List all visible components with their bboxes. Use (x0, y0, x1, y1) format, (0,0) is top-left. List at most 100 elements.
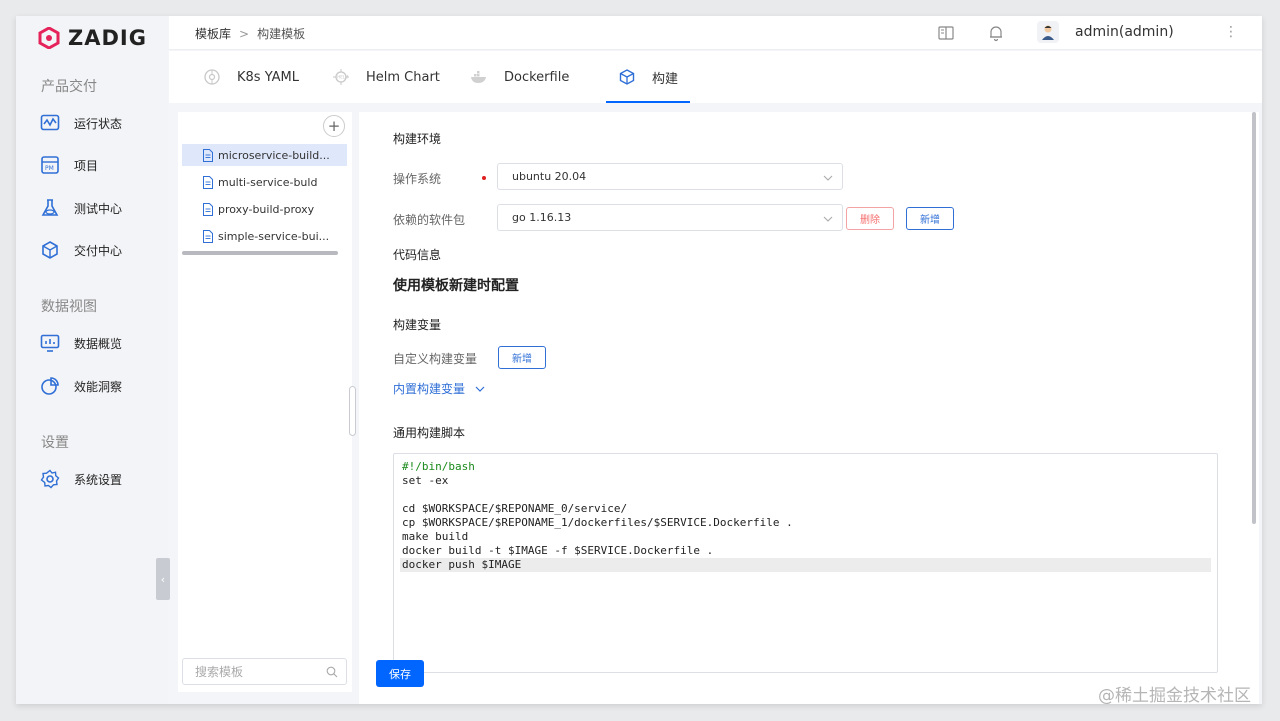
code-line-active: docker push $IMAGE (400, 558, 1211, 572)
add-custom-var-button[interactable]: 新增 (498, 346, 546, 369)
search-placeholder: 搜索模板 (195, 665, 244, 679)
chevron-down-icon (823, 175, 833, 181)
code-line: set -ex (402, 474, 449, 487)
build-vars-title: 构建变量 (393, 318, 442, 332)
sidebar-item-label: 数据概览 (74, 336, 123, 351)
helm-icon: HELM (333, 69, 349, 85)
template-item-microservice-build[interactable]: microservice-build... (182, 144, 347, 166)
svg-text:HELM: HELM (337, 75, 349, 80)
custom-vars-label: 自定义构建变量 (393, 352, 478, 366)
package-icon (42, 241, 58, 259)
add-dependency-button[interactable]: 新增 (906, 207, 954, 230)
nav-group-delivery: 产品交付 (41, 79, 97, 95)
breadcrumb: 模板库 > 构建模板 (195, 25, 305, 42)
builtin-vars-toggle[interactable]: 内置构建变量 (393, 380, 485, 397)
sidebar-item-label: 测试中心 (74, 201, 123, 216)
build-env-title: 构建环境 (393, 132, 442, 146)
dashboard-chart-icon (40, 334, 60, 352)
builtin-vars-link: 内置构建变量 (393, 382, 466, 396)
deps-label: 依赖的软件包 (393, 213, 466, 227)
topbar: 模板库 > 构建模板 admin(admin) ⋮ (169, 16, 1262, 50)
breadcrumb-separator: > (239, 26, 250, 41)
k8s-icon (204, 69, 220, 85)
svg-text:PM: PM (45, 165, 54, 172)
more-vertical-icon[interactable]: ⋮ (1224, 24, 1238, 40)
sidebar-item-label: 项目 (74, 158, 99, 173)
file-icon (203, 148, 213, 162)
cube-icon (619, 69, 635, 85)
docker-icon (471, 71, 486, 83)
sidebar-item-label: 系统设置 (74, 472, 123, 487)
breadcrumb-item-build-template: 构建模板 (257, 27, 306, 41)
active-tab-indicator (606, 101, 691, 103)
nav-group-settings: 设置 (41, 435, 69, 451)
vertical-scrollbar[interactable] (1252, 112, 1256, 524)
bell-icon[interactable] (987, 24, 1005, 42)
breadcrumb-item-template-library[interactable]: 模板库 (195, 25, 231, 42)
logo[interactable]: ZADIG (38, 26, 147, 50)
gear-icon (40, 469, 60, 489)
template-item-label: multi-service-buld (218, 175, 318, 189)
save-button[interactable]: 保存 (376, 660, 424, 687)
template-item-label: microservice-build... (218, 148, 330, 162)
horizontal-scrollbar[interactable] (182, 251, 338, 255)
script-title: 通用构建脚本 (393, 426, 466, 440)
deps-select-value: go 1.16.13 (512, 211, 572, 224)
add-template-button[interactable]: + (323, 115, 345, 137)
sidebar-item-test-center[interactable]: 测试中心 (40, 196, 160, 220)
template-item-label: simple-service-bui... (218, 229, 330, 243)
code-line: cd $WORKSPACE/$REPONAME_0/service/ (402, 502, 628, 515)
os-select[interactable]: ubuntu 20.04 (497, 163, 843, 190)
template-list-panel: + microservice-build... multi-service-bu… (178, 112, 352, 692)
code-info-title: 代码信息 (393, 248, 442, 262)
tab-k8s-yaml[interactable]: K8s YAML (203, 51, 299, 103)
tab-label: K8s YAML (237, 69, 299, 85)
script-editor[interactable]: #!/bin/bash set -ex cd $WORKSPACE/$REPON… (393, 453, 1218, 673)
required-indicator (482, 176, 486, 180)
tab-label: 构建 (652, 71, 679, 87)
sidebar-item-label: 效能洞察 (74, 379, 123, 394)
chevron-down-icon (475, 386, 485, 392)
app-window: ZADIG 产品交付 运行状态 PM 项目 测试中心 交付中心 数据视图 数据概… (16, 16, 1262, 704)
code-line: #!/bin/bash (402, 460, 475, 473)
avatar (1037, 21, 1059, 43)
sidebar-collapse-button[interactable]: ‹ (156, 558, 170, 600)
sidebar: ZADIG 产品交付 运行状态 PM 项目 测试中心 交付中心 数据视图 数据概… (16, 16, 170, 704)
tab-dockerfile[interactable]: Dockerfile (470, 51, 569, 103)
tab-label: Helm Chart (366, 69, 440, 85)
sidebar-item-label: 运行状态 (74, 116, 123, 131)
sidebar-item-label: 交付中心 (74, 243, 123, 258)
pie-chart-icon (41, 377, 59, 395)
sidebar-item-data-overview[interactable]: 数据概览 (40, 331, 160, 355)
zadig-logo-icon (38, 27, 60, 49)
template-search-input[interactable]: 搜索模板 (182, 658, 347, 685)
os-label: 操作系统 (393, 172, 442, 186)
sidebar-item-system-settings[interactable]: 系统设置 (40, 467, 160, 491)
file-icon (203, 202, 213, 216)
watermark: @稀土掘金技术社区 (1098, 686, 1251, 706)
sidebar-item-delivery-center[interactable]: 交付中心 (40, 238, 160, 262)
file-icon (203, 175, 213, 189)
search-icon (326, 666, 338, 678)
sidebar-item-projects[interactable]: PM 项目 (40, 153, 160, 177)
deps-select[interactable]: go 1.16.13 (497, 204, 843, 231)
template-item-multi-service-buld[interactable]: multi-service-buld (182, 171, 347, 193)
code-line: cp $WORKSPACE/$REPONAME_1/dockerfiles/$S… (402, 516, 793, 529)
template-item-simple-service-build[interactable]: simple-service-bui... (182, 225, 347, 247)
template-item-label: proxy-build-proxy (218, 202, 315, 216)
tab-build[interactable]: 构建 (606, 51, 691, 103)
plus-icon: + (327, 117, 341, 135)
delete-dependency-button[interactable]: 删除 (846, 207, 894, 230)
book-icon[interactable] (937, 24, 955, 42)
sidebar-item-run-status[interactable]: 运行状态 (40, 111, 160, 135)
user-menu[interactable]: admin(admin) (1037, 21, 1174, 43)
user-avatar-icon (1042, 25, 1054, 40)
flask-icon (41, 199, 59, 216)
template-type-tabs: K8s YAML HELM Helm Chart Dockerfile 构建 (169, 51, 1262, 103)
sidebar-item-insights[interactable]: 效能洞察 (40, 374, 160, 398)
tab-helm-chart[interactable]: HELM Helm Chart (332, 51, 440, 103)
panel-resize-handle[interactable] (349, 386, 356, 436)
build-template-form: 构建环境 操作系统 ubuntu 20.04 依赖的软件包 go 1.16.13… (359, 112, 1259, 704)
logo-text: ZADIG (68, 26, 147, 50)
template-item-proxy-build-proxy[interactable]: proxy-build-proxy (182, 198, 347, 220)
